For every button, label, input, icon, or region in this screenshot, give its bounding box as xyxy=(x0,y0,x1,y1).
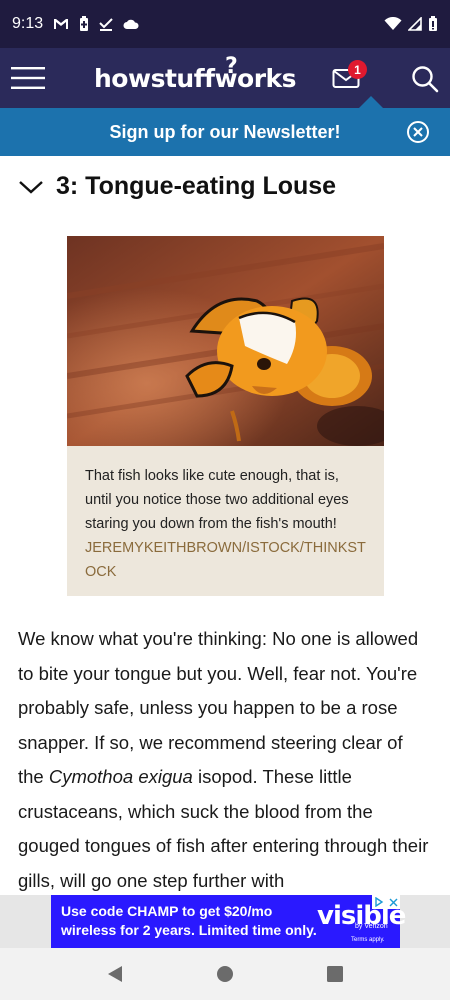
ad-terms: Terms apply. xyxy=(351,937,385,943)
nav-recents-button[interactable] xyxy=(323,962,347,986)
home-icon xyxy=(217,966,233,982)
chevron-down-icon[interactable] xyxy=(18,174,44,200)
status-time: 9:13 xyxy=(12,15,44,32)
logo-text: howstuffworks xyxy=(94,63,297,93)
section-header[interactable]: 3: Tongue-eating Louse xyxy=(18,172,336,201)
logo-question-mark-icon: ? xyxy=(225,54,238,79)
mail-button[interactable]: 1 xyxy=(328,60,367,96)
ad-text: Use code CHAMP to get $20/mo wireless fo… xyxy=(61,902,317,940)
article-text: We know what you're thinking: No one is … xyxy=(18,628,419,787)
recents-icon xyxy=(327,966,343,982)
ad-sub: by Verizon xyxy=(355,923,388,930)
wifi-icon xyxy=(384,17,402,31)
ad-banner[interactable]: Use code CHAMP to get $20/mo wireless fo… xyxy=(0,895,450,948)
status-bar: 9:13 xyxy=(0,0,450,48)
status-right xyxy=(384,16,438,32)
ad-choices-icon[interactable] xyxy=(372,895,400,909)
menu-button[interactable] xyxy=(2,48,54,108)
gmail-icon xyxy=(53,18,69,30)
ad-close-icon[interactable] xyxy=(389,898,398,907)
newsletter-bar[interactable]: Sign up for our Newsletter! xyxy=(0,108,450,156)
back-icon xyxy=(108,966,122,982)
search-icon xyxy=(412,66,439,93)
clownfish-photo xyxy=(67,236,384,446)
newsletter-label[interactable]: Sign up for our Newsletter! xyxy=(109,122,340,143)
ad-line-2: wireless for 2 years. Limited time only. xyxy=(61,922,317,938)
battery-icon xyxy=(428,16,438,32)
dropdown-notch xyxy=(359,96,383,108)
close-icon[interactable] xyxy=(406,120,430,144)
nav-home-button[interactable] xyxy=(213,962,237,986)
article-figure: That fish looks like cute enough, that i… xyxy=(67,236,384,596)
cloud-icon xyxy=(123,18,139,30)
article-body: We know what you're thinking: No one is … xyxy=(18,622,433,898)
download-done-icon xyxy=(99,17,113,31)
nav-back-button[interactable] xyxy=(103,962,127,986)
figure-credit: JEREMYKEITHBROWN/ISTOCK/THINKSTOCK xyxy=(85,540,366,580)
hamburger-icon xyxy=(11,67,45,89)
system-nav-bar xyxy=(0,948,450,1000)
mail-badge: 1 xyxy=(348,60,367,79)
ad-creative[interactable]: Use code CHAMP to get $20/mo wireless fo… xyxy=(51,895,406,948)
ad-line-1: Use code CHAMP to get $20/mo xyxy=(61,903,273,919)
signal-icon xyxy=(408,17,422,31)
figure-caption: That fish looks like cute enough, that i… xyxy=(85,468,349,532)
battery-saver-icon xyxy=(79,16,89,32)
site-logo[interactable]: howstuffworks ? xyxy=(94,54,297,100)
search-button[interactable] xyxy=(408,62,442,96)
section-title: 3: Tongue-eating Louse xyxy=(56,172,337,200)
article-species-name: Cymothoa exigua xyxy=(48,766,193,787)
status-left: 9:13 xyxy=(12,15,139,33)
